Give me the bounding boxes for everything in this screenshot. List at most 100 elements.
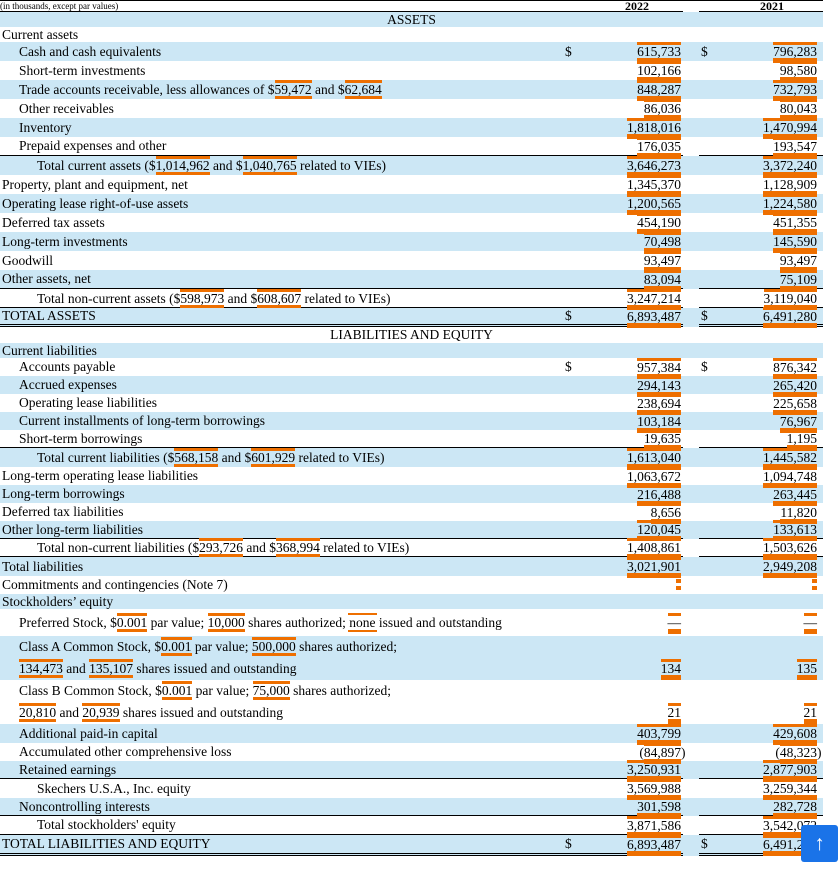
value-cell-2022: 957,384 [591,358,683,377]
table-caption: (in thousands, except par values) [0,1,563,11]
annotated-fact: 0.001 [161,637,191,656]
up-arrow-icon: ↑ [814,832,825,855]
value-cell-2022: 176,035 [591,137,683,156]
column-gap [683,27,699,42]
value-cell-2021: 1,224,580 [727,194,823,213]
table-row: Current liabilities [0,343,823,358]
row-left: Total current liabilities ($568,158 and … [0,448,683,467]
column-gap [683,232,699,251]
annotated-value: 263,445 [773,485,817,504]
table-row: Deferred tax liabilities8,65611,820 [0,503,823,521]
value-cell-2022: 3,247,214 [591,289,683,308]
row-right: 263,445 [699,485,823,503]
annotated-value: 76,967 [780,412,817,431]
table-row: Total current liabilities ($568,158 and … [0,448,823,467]
annotated-value: 70,498 [644,232,681,251]
row-label: Accounts payable [0,359,563,375]
column-gap [683,358,699,376]
column-gap [683,156,699,175]
annotated-fact: 59,472 [275,80,312,99]
currency-cell: $ [563,44,591,60]
row-right: 2021 [699,1,823,12]
annotated-value: 75,109 [780,270,817,289]
value-cell-2021: 796,283 [727,42,823,61]
annotated-value: 48,323 [780,743,817,762]
column-gap [683,680,699,701]
currency-cell: $ [563,308,591,324]
annotated-value: 93,497 [780,251,817,270]
row-label: Total non-current liabilities ($293,726 … [0,538,563,557]
table-row: Operating lease right-of-use assets1,200… [0,194,823,213]
value-cell-2021: 263,445 [727,485,823,504]
row-left: Stockholders’ equity [0,594,683,609]
row-left: Additional paid-in capital403,799 [0,724,683,743]
annotated-value: 6,491,280 [763,307,817,326]
row-right: (48,323) [699,743,823,761]
value-cell-2021: 93,497 [727,251,823,270]
column-gap [683,343,699,358]
value-cell-2022: (84,897) [591,743,683,762]
table-row: Long-term investments 70,498 145,590 [0,232,823,251]
table-row: Other assets, net83,09475,109 [0,270,823,289]
row-right: 133,613 [699,521,823,539]
annotated-value: 93,497 [644,251,681,270]
column-gap [683,213,699,232]
row-left: Operating lease right-of-use assets1,200… [0,194,683,213]
row-left: Current installments of long-term borrow… [0,412,683,430]
annotated-value: 1,200,565 [627,194,681,213]
row-left: Retained earnings3,250,931 [0,761,683,779]
annotated-value: 282,728 [773,797,817,816]
row-left: Property, plant and equipment, net1,345,… [0,175,683,194]
table-row: Accounts payable$957,384$876,342 [0,358,823,376]
row-label: Additional paid-in capital [0,726,563,742]
annotated-value: 1,345,370 [627,175,681,194]
row-left: Inventory1,818,016 [0,118,683,137]
dash-value: — [668,613,682,632]
table-row: TOTAL ASSETS$6,893,487$6,491,280 [0,308,823,327]
annotated-value: 1,503,626 [763,538,817,557]
annotated-value: 8,656 [651,503,681,522]
table-row: Short-term borrowings19,6351,195 [0,430,823,448]
column-gap [683,636,699,657]
value-cell-2022: 3,250,931 [591,760,683,779]
value-cell-2021: 145,590 [727,232,823,251]
table-row: Noncontrolling interests301,598282,728 [0,798,823,816]
annotated-value: 1,818,016 [627,118,681,137]
row-label: Total stockholders' equity [0,817,563,833]
row-right: 193,547 [699,137,823,156]
annotated-value: 3,569,988 [627,779,681,798]
table-row: 20,810 and 20,939 shares issued and outs… [0,701,823,724]
annotated-value: 2,949,208 [763,557,817,576]
annotated-value: 102,166 [637,61,681,80]
table-row: Class B Common Stock, $0.001 par value; … [0,680,823,701]
row-label: Long-term borrowings [0,486,563,502]
column-gap [683,594,699,609]
row-label: Operating lease liabilities [0,395,563,411]
table-row: Total stockholders' equity3,871,5863,542… [0,816,823,835]
value-cell-2021: 265,420 [727,376,823,395]
value-cell-2021: 75,109 [727,270,823,289]
table-row: Trade accounts receivable, less allowanc… [0,80,823,99]
row-label: Long-term investments [0,234,563,250]
row-label: TOTAL ASSETS [0,308,563,324]
annotated-fact: 608,607 [257,289,301,308]
row-right: 225,658 [699,394,823,412]
column-gap [683,657,699,680]
row-left: Total non-current liabilities ($293,726 … [0,539,683,557]
row-left: Trade accounts receivable, less allowanc… [0,80,683,99]
value-cell-2022: 1,613,040 [591,448,683,467]
column-gap [683,289,699,308]
scroll-to-top-button[interactable]: ↑ [801,825,838,862]
row-right: 1,224,580 [699,194,823,213]
value-cell-2022: 21 [591,703,683,722]
column-gap [683,761,699,779]
column-gap [683,394,699,412]
annotated-value: 876,342 [773,358,817,377]
value-cell-2022: 120,045 [591,520,683,539]
table-row: Total liabilities3,021,9012,949,208 [0,557,823,576]
annotated-fact: 134,473 [19,659,63,678]
value-cell-2022: 615,733 [591,42,683,61]
row-left: Deferred tax assets454,190 [0,213,683,232]
annotated-value: 2,877,903 [763,760,817,779]
row-label: Current assets [0,27,563,43]
